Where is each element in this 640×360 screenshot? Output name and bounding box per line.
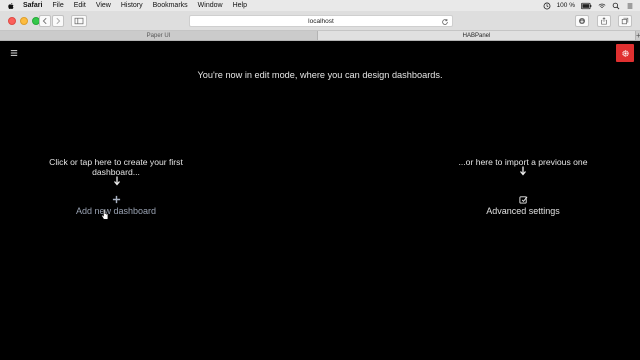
menu-window[interactable]: Window (198, 0, 223, 11)
advanced-settings-label: Advanced settings (486, 206, 560, 216)
edit-mode-message: You're now in edit mode, where you can d… (197, 70, 443, 80)
download-icon (578, 17, 586, 25)
chevron-left-icon (42, 17, 47, 25)
tab-strip: Paper UI HABPanel + (0, 31, 640, 41)
apple-icon[interactable] (7, 2, 15, 10)
browser-toolbar: localhost (0, 11, 640, 31)
status-area: 100 % (543, 2, 640, 10)
add-dashboard-label: Add new dashboard (75, 206, 157, 216)
battery-percent: 100 % (556, 2, 575, 9)
menu-history[interactable]: History (121, 0, 143, 11)
new-tab-button[interactable]: + (636, 31, 640, 40)
share-icon (601, 17, 607, 25)
battery-icon[interactable] (581, 2, 592, 10)
list-icon[interactable] (626, 2, 634, 10)
habpanel-content: You're now in edit mode, where you can d… (0, 41, 640, 360)
menu-icon[interactable] (10, 49, 18, 57)
advanced-settings-button[interactable]: Advanced settings (473, 195, 573, 216)
reload-icon[interactable] (441, 18, 449, 26)
clock-icon[interactable] (543, 2, 551, 10)
plus-icon (112, 195, 120, 204)
show-tabs-button[interactable] (618, 15, 632, 27)
arrow-down-icon (520, 166, 526, 176)
menu-app-name[interactable]: Safari (23, 0, 42, 11)
search-icon[interactable] (612, 2, 620, 10)
mouse-pointer-icon (101, 209, 109, 220)
share-button[interactable] (597, 15, 611, 27)
tabs-icon (621, 17, 629, 25)
menu-file[interactable]: File (52, 0, 63, 11)
sidebar-icon (74, 17, 84, 25)
macos-menu-bar: Safari File Edit View History Bookmarks … (0, 0, 640, 11)
settings-button[interactable] (616, 44, 634, 62)
tab-habpanel[interactable]: HABPanel (318, 31, 636, 40)
menu-bookmarks[interactable]: Bookmarks (153, 0, 188, 11)
create-dashboard-hint: Click or tap here to create your first d… (49, 157, 183, 177)
minimize-window-button[interactable] (20, 17, 28, 25)
close-window-button[interactable] (8, 17, 16, 25)
url-text: localhost (308, 18, 334, 25)
add-dashboard-button[interactable]: Add new dashboard (66, 195, 166, 216)
forward-button[interactable] (52, 15, 64, 27)
chevron-right-icon (56, 17, 61, 25)
address-bar[interactable]: localhost (189, 15, 453, 27)
menu-edit[interactable]: Edit (74, 0, 86, 11)
menu-view[interactable]: View (96, 0, 111, 11)
edit-square-icon (518, 196, 527, 204)
tab-paper-ui[interactable]: Paper UI (0, 31, 318, 40)
gear-icon (621, 49, 629, 57)
sidebar-toggle-button[interactable] (71, 15, 87, 27)
arrow-down-icon (114, 176, 120, 186)
back-button[interactable] (39, 15, 51, 27)
downloads-button[interactable] (575, 15, 589, 27)
wifi-icon[interactable] (598, 2, 606, 10)
menu-help[interactable]: Help (233, 0, 247, 11)
